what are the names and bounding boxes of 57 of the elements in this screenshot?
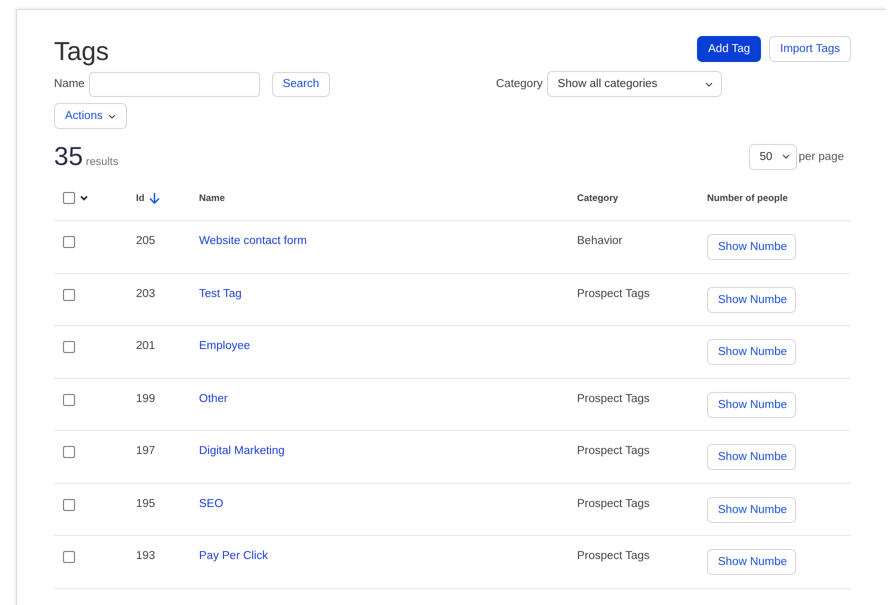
name-field[interactable] — [88, 72, 260, 96]
category-label: Category — [496, 78, 543, 90]
row-checkbox[interactable] — [63, 341, 75, 353]
id-cell: 193 — [136, 550, 156, 562]
id-cell: 195 — [136, 498, 156, 510]
id-cell: 203 — [136, 288, 156, 300]
chevron-icon — [80, 195, 88, 201]
category-dropdown[interactable]: Show all categories — [546, 71, 722, 97]
show-number-button[interactable]: Show Numbe — [707, 549, 796, 575]
show-number-button[interactable]: Show Numbe — [707, 392, 796, 418]
per-page-dropdown[interactable]: 50 — [748, 144, 797, 170]
tag-name-link[interactable]: Digital Marketing — [199, 445, 285, 457]
column-header[interactable]: Id — [136, 192, 144, 204]
id-cell: 201 — [136, 340, 156, 352]
results-label: results — [86, 156, 118, 168]
chevron-icon — [704, 82, 713, 86]
header-button[interactable]: Add Tag — [697, 36, 762, 62]
column-header[interactable]: Number of people — [707, 192, 788, 204]
chevron-icon — [782, 154, 790, 159]
tag-name-link[interactable]: Other — [199, 392, 228, 404]
show-number-button[interactable]: Show Numbe — [707, 339, 796, 365]
tag-name-link[interactable]: SEO — [199, 498, 224, 510]
results-count: 35 — [54, 141, 83, 172]
id-cell: 205 — [136, 235, 156, 247]
row-checkbox[interactable] — [63, 446, 75, 458]
category-cell: Prospect Tags — [577, 498, 650, 510]
name-label: Name — [54, 78, 85, 90]
per-page-label: per page — [798, 150, 844, 162]
column-header[interactable]: Category — [577, 192, 618, 204]
column-header[interactable]: Name — [199, 192, 225, 204]
tag-name-link[interactable]: Website contact form — [199, 235, 307, 247]
show-number-button[interactable]: Show Numbe — [707, 444, 796, 470]
tag-name-link[interactable]: Test Tag — [199, 288, 242, 300]
row-checkbox[interactable] — [63, 498, 75, 510]
id-cell: 199 — [136, 392, 156, 404]
row-checkbox[interactable] — [63, 394, 75, 406]
id-cell: 197 — [136, 445, 156, 457]
search-button[interactable]: Search — [272, 72, 330, 96]
select-all-checkbox[interactable] — [63, 192, 75, 204]
category-cell: Behavior — [577, 235, 622, 247]
row-checkbox[interactable] — [63, 236, 75, 248]
show-number-button[interactable]: Show Numbe — [707, 496, 796, 522]
sort-arrow-icon — [149, 192, 160, 204]
category-cell: Prospect Tags — [577, 288, 650, 300]
category-cell: Prospect Tags — [577, 392, 650, 404]
actions-button[interactable]: Actions — [54, 103, 127, 129]
page-title: Tags — [54, 36, 109, 67]
chevron-icon — [108, 114, 116, 118]
category-cell: Prospect Tags — [577, 445, 650, 457]
category-cell: Prospect Tags — [577, 550, 650, 562]
show-number-button[interactable]: Show Numbe — [707, 286, 796, 312]
show-number-button[interactable]: Show Numbe — [707, 234, 796, 260]
row-checkbox[interactable] — [63, 288, 75, 300]
row-checkbox[interactable] — [63, 551, 75, 563]
tag-name-link[interactable]: Pay Per Click — [199, 550, 268, 562]
tag-name-link[interactable]: Employee — [199, 340, 250, 352]
header-button[interactable]: Import Tags — [769, 36, 851, 62]
